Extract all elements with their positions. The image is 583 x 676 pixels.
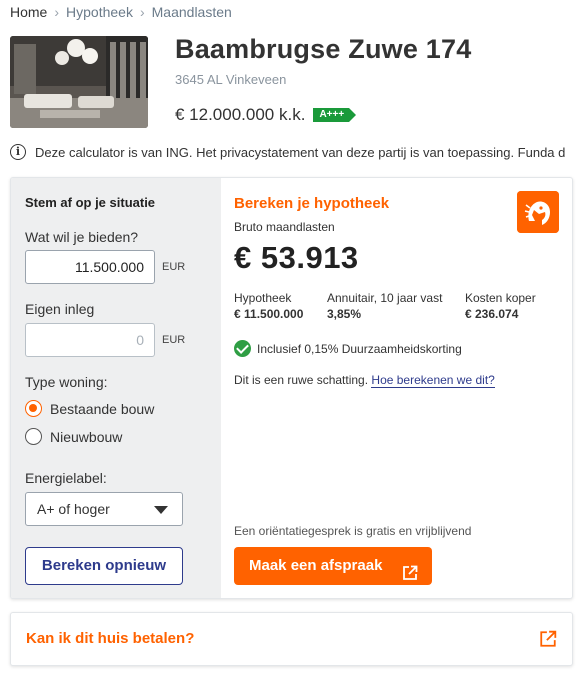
external-link-icon[interactable] [539, 630, 557, 653]
bid-label: Wat wil je bieden? [25, 229, 139, 245]
home-type-label: Type woning: [25, 374, 108, 390]
radio-nieuwbouw[interactable]: Nieuwbouw [25, 428, 122, 445]
form-heading: Stem af op je situatie [25, 195, 156, 210]
bid-unit: EUR [162, 261, 186, 273]
result-subtitle: Bruto maandlasten [234, 220, 335, 234]
make-appointment-button[interactable]: Maak een afspraak [234, 547, 432, 585]
calculator-form: Stem af op je situatie Wat wil je bieden… [11, 178, 221, 598]
listing-address: 3645 AL Vinkeveen [175, 72, 287, 87]
estimate-text: Dit is een ruwe schatting. [234, 373, 369, 387]
energy-label-select[interactable]: A+ of hoger [25, 492, 183, 526]
radio-label: Bestaande bouw [50, 400, 155, 417]
discount-text: Inclusief 0,15% Duurzaamheidskorting [257, 341, 462, 356]
stat-rate: Annuitair, 10 jaar vast 3,85% [327, 291, 442, 321]
chevron-right-icon: › [54, 4, 60, 20]
breadcrumb-hypotheek[interactable]: Hypotheek [66, 4, 133, 20]
radio-checked-icon[interactable] [25, 400, 42, 417]
energy-label-value: A+ of hoger [37, 501, 110, 517]
afford-title[interactable]: Kan ik dit huis betalen? [26, 630, 194, 647]
radio-unchecked-icon[interactable] [25, 428, 42, 445]
own-funds-label: Eigen inleg [25, 301, 95, 317]
info-icon: i [10, 144, 26, 160]
stat-label: Hypotheek [234, 291, 292, 305]
bid-input[interactable]: 11.500.000 [25, 250, 155, 284]
ing-lion-logo [517, 191, 559, 233]
listing-photo[interactable] [10, 36, 148, 128]
stat-value: € 236.074 [465, 307, 519, 321]
radio-bestaande-bouw[interactable]: Bestaande bouw [25, 400, 154, 417]
listing-title: Baambrugse Zuwe 174 [175, 34, 472, 64]
energy-label-badge: A+++ [313, 108, 356, 122]
make-appointment-label: Maak een afspraak [249, 557, 383, 574]
own-funds-unit: EUR [162, 334, 186, 346]
chevron-right-icon: › [139, 4, 145, 20]
radio-label: Nieuwbouw [50, 428, 123, 445]
own-funds-input[interactable]: 0 [25, 323, 155, 357]
mortgage-calculator-card: Stem af op je situatie Wat wil je bieden… [10, 177, 573, 599]
breadcrumb-home[interactable]: Home [10, 4, 47, 20]
breadcrumb-maandlasten[interactable]: Maandlasten [152, 4, 232, 20]
discount-row: Inclusief 0,15% Duurzaamheidskorting [234, 340, 462, 357]
orientation-text: Een oriëntatiegesprek is gratis en vrijb… [234, 524, 472, 538]
check-circle-icon [234, 340, 251, 357]
result-title: Bereken je hypotheek [234, 195, 390, 212]
privacy-notice-text: Deze calculator is van ING. Het privacys… [35, 144, 566, 160]
stat-value: € 11.500.000 [234, 307, 304, 321]
recalculate-button[interactable]: Bereken opnieuw [25, 547, 183, 585]
calculator-result: Bereken je hypotheek Bruto maandlasten €… [221, 178, 572, 598]
listing-price: € 12.000.000 k.k. [175, 105, 306, 124]
how-calculated-link[interactable]: Hoe berekenen we dit? [371, 373, 495, 388]
energy-label-label: Energielabel: [25, 470, 107, 486]
stat-value: 3,85% [327, 307, 362, 321]
listing-price-row: € 12.000.000 k.k. A+++ [175, 105, 356, 125]
afford-section[interactable]: Kan ik dit huis betalen? [10, 612, 573, 666]
stat-label: Annuitair, 10 jaar vast [327, 291, 443, 305]
estimate-row: Dit is een ruwe schatting. Hoe berekenen… [234, 373, 495, 388]
external-link-icon [402, 558, 418, 596]
stat-label: Kosten koper [465, 291, 536, 305]
monthly-amount: € 53.913 [234, 240, 359, 275]
caret-down-icon [154, 506, 168, 514]
breadcrumb: Home › Hypotheek › Maandlasten [10, 4, 232, 20]
privacy-notice: i Deze calculator is van ING. Het privac… [10, 144, 583, 160]
stat-hypotheek: Hypotheek € 11.500.000 [234, 291, 303, 321]
stat-kosten-koper: Kosten koper € 236.074 [465, 291, 536, 321]
